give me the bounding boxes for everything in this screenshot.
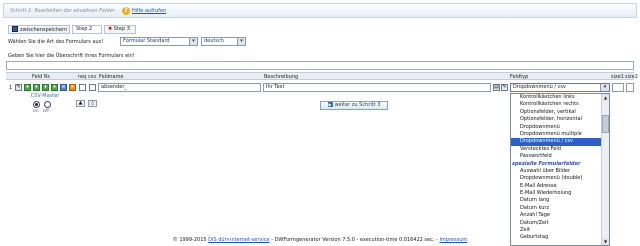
footer-copyright: © 1999-2015 [172, 237, 207, 243]
col-csv: csv [88, 74, 97, 80]
step-title: Schritt 2: Bearbeiten der einzelnen Feld… [10, 8, 115, 14]
duplicate-field-icon[interactable]: + [51, 84, 58, 91]
floppy-disk-icon [12, 26, 18, 32]
dropdown-option[interactable]: Passwortfeld [511, 153, 602, 160]
dropdown-option[interactable]: Datum lang [511, 197, 602, 204]
save-draft-label: zwischenspeichern [20, 27, 68, 33]
scroll-up-icon[interactable]: ▲ [602, 94, 609, 101]
tab-step3[interactable]: ✖ Step 3 [104, 25, 136, 34]
move-up-icon[interactable]: ▲ [76, 100, 85, 107]
dropdown-option[interactable]: Dropdownmenü [511, 124, 602, 131]
impressum-link[interactable]: Impressum [439, 237, 467, 243]
col-feldname: Feldname [99, 74, 124, 80]
add-field-below-icon[interactable]: + [33, 84, 40, 91]
dropdown-option[interactable]: Dropdownmenü (double) [511, 175, 602, 182]
delete-field-icon[interactable]: × [69, 84, 76, 91]
form-type-row: Wählen Sie die Art des Formulars aus! Fo… [8, 37, 308, 46]
form-type-value: Formular Standard [123, 38, 170, 44]
row-number: 1 [9, 85, 13, 91]
help-link[interactable]: Hilfe aufrufen [132, 8, 166, 14]
dropdown-option[interactable]: Datum/Zeit [511, 220, 602, 227]
dropdown-option[interactable]: Zeit [511, 227, 602, 234]
csv-master-radio-group: on off [33, 101, 63, 114]
company-link[interactable]: DIS dürr-internet-service [208, 237, 269, 243]
field-type-select[interactable]: Dropdownmenü / csv ▾ [510, 83, 610, 92]
description-input[interactable]: Ihr Text [263, 83, 491, 92]
save-draft-button[interactable]: zwischenspeichern [8, 25, 70, 34]
language-value: deutsch [204, 38, 224, 44]
scrollbar-thumb[interactable] [602, 115, 609, 133]
size1-input[interactable] [612, 83, 624, 92]
settings-icon[interactable]: ≡ [60, 84, 67, 91]
required-checkbox[interactable] [79, 84, 86, 91]
field-options-icon[interactable]: ▤ [493, 84, 500, 91]
tab-step2[interactable]: Step 2 [72, 25, 102, 34]
field-type-dropdown-list[interactable]: Kontrollkästchen links Kontrollkästchen r… [510, 93, 610, 246]
col-feld-nr: Feld Nr. [32, 74, 51, 80]
csv-master-off-label: off [43, 109, 49, 114]
move-top-icon[interactable]: △ [88, 100, 97, 107]
chevron-down-icon: ▾ [600, 84, 609, 91]
col-beschreibung: Beschreibung [264, 74, 299, 80]
field-edit-icon[interactable]: ✎ [501, 84, 508, 91]
dropdown-option[interactable]: Kontrollkästchen links [511, 94, 602, 101]
csv-master-on-radio[interactable] [33, 101, 40, 108]
add-field-icon[interactable]: + [24, 84, 31, 91]
dropdown-group-label: spezielle Formularfelder [512, 160, 581, 167]
dropdown-option[interactable]: Dropdownmenü multiple [511, 131, 602, 138]
dropdown-option[interactable]: E-Mail Adresse [511, 183, 602, 190]
size2-input[interactable] [626, 83, 634, 92]
col-req: req [78, 74, 87, 80]
fieldname-input[interactable]: absender_ [98, 83, 261, 92]
tab-step3-label: Step 3 [113, 26, 130, 32]
form-heading-label: Geben Sie hier die Überschrift ihres For… [8, 53, 135, 59]
copy-field-icon[interactable]: + [42, 84, 49, 91]
dropdown-option[interactable]: Dropdownmenü / csv [511, 138, 602, 146]
dropdown-scrollbar[interactable]: ▲ ▼ [601, 94, 609, 245]
col-size1: size1 [611, 74, 624, 80]
edit-icon[interactable]: ✎ [15, 84, 22, 91]
dropdown-option[interactable]: Optionsfelder, vertikal [511, 109, 602, 116]
page-footer: © 1999-2015 DIS dürr-internet-service - … [0, 237, 640, 243]
chevron-down-icon: ▾ [237, 38, 245, 45]
col-feldtyp: Feldtyp [510, 74, 529, 80]
col-size2: size2 [625, 74, 638, 80]
field-type-value: Dropdownmenü / csv [513, 84, 566, 90]
language-select[interactable]: deutsch ▾ [201, 37, 246, 46]
next-step-label: weiter zu Schritt 3 [334, 102, 381, 108]
form-type-select[interactable]: Formular Standard ▾ [120, 37, 198, 46]
step-header-bar: Schritt 2: Bearbeiten der einzelnen Feld… [3, 3, 637, 18]
table-row: 1 ✎ + + + + ≡ × absender_ Ihr Text ▤ ✎ D… [6, 82, 634, 93]
dropdown-options: Kontrollkästchen links Kontrollkästchen r… [511, 94, 602, 242]
help-icon[interactable]: ? [122, 7, 130, 15]
form-heading-input[interactable] [6, 61, 634, 70]
dropdown-option[interactable]: Kontrollkästchen rechts [511, 101, 602, 108]
dropdown-option[interactable]: Anzahl Tage [511, 212, 602, 219]
form-type-label: Wählen Sie die Art des Formulars aus! [8, 39, 104, 45]
chevron-down-icon: ▾ [189, 38, 197, 45]
dropdown-option[interactable]: Auswahl über Bilder [511, 168, 602, 175]
play-icon: ▶ [327, 102, 333, 107]
step3-marker-icon: ✖ [108, 26, 113, 32]
dropdown-option[interactable]: Optionsfelder, horizontal [511, 116, 602, 123]
fields-table-header: Feld Nr. req csv Feldname Beschreibung F… [6, 72, 638, 80]
dropdown-option[interactable]: Datum kurz [511, 205, 602, 212]
dropdown-option[interactable]: Verstecktes Feld [511, 146, 602, 153]
footer-version: - DWFormgenerator Version 7.5.0 - execut… [271, 237, 438, 243]
dropdown-option[interactable]: E-Mail Wiederholung [511, 190, 602, 197]
csv-checkbox[interactable] [89, 84, 96, 91]
next-step-button[interactable]: ▶ weiter zu Schritt 3 [320, 101, 388, 110]
csv-master-off-radio[interactable] [44, 101, 51, 108]
csv-master-on-label: on [33, 109, 39, 114]
csv-master-label: CSV-Master [30, 93, 60, 99]
